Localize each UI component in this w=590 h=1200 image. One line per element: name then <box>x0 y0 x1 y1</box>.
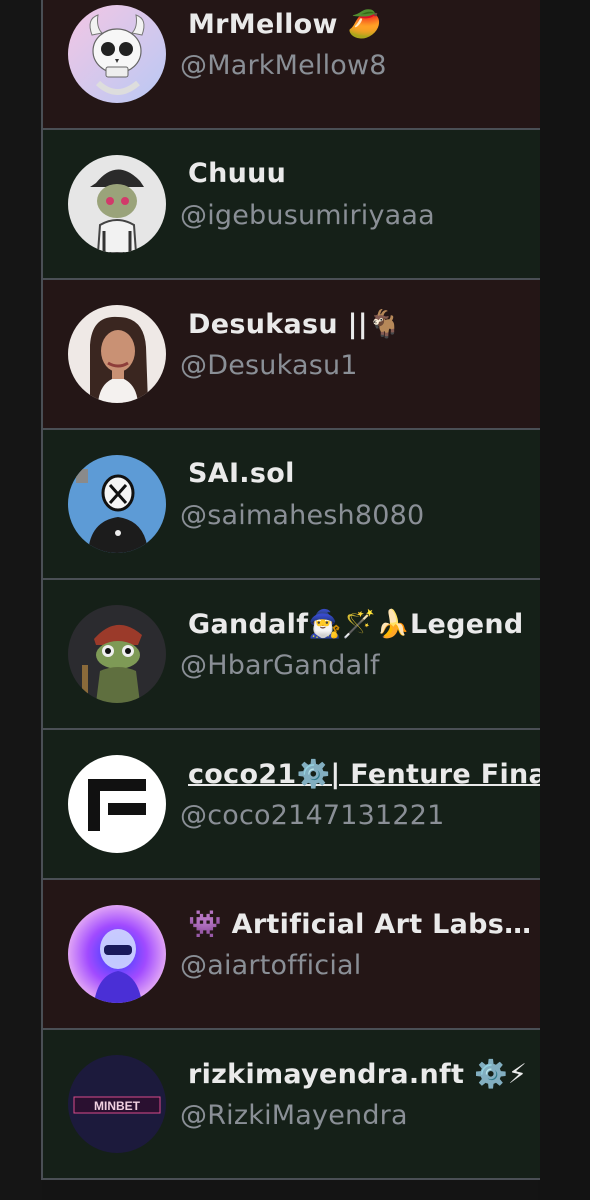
right-scroll-area <box>538 0 590 1200</box>
account-row[interactable]: coco21⚙️| Fenture Finance @coco214713122… <box>43 730 540 880</box>
account-name-link[interactable]: coco21⚙️| Fenture Finance <box>188 758 540 790</box>
account-name[interactable]: MrMellow 🥭 <box>188 8 381 40</box>
masked-figure-avatar-icon[interactable] <box>68 455 166 553</box>
account-handle[interactable]: @RizkiMayendra <box>180 1100 408 1131</box>
left-margin <box>0 0 42 1200</box>
account-handle[interactable]: @HbarGandalf <box>180 650 380 681</box>
account-handle[interactable]: @coco2147131221 <box>180 800 445 831</box>
account-name[interactable]: Gandalf🧙‍♂️🪄🍌Legend <box>188 608 524 640</box>
account-handle[interactable]: @saimahesh8080 <box>180 500 424 531</box>
account-handle[interactable]: @Desukasu1 <box>180 350 358 381</box>
account-name[interactable]: Desukasu ||🐐 <box>188 308 402 340</box>
account-row[interactable]: MINBET rizkimayendra.nft ⚙️⚡ @RizkiMayen… <box>43 1030 540 1180</box>
anime-character-avatar-icon[interactable] <box>68 155 166 253</box>
account-row[interactable]: Gandalf🧙‍♂️🪄🍌Legend @HbarGandalf <box>43 580 540 730</box>
account-handle[interactable]: @aiartofficial <box>180 950 362 981</box>
minbet-logo-avatar-icon[interactable]: MINBET <box>68 1055 166 1153</box>
f-logo-avatar-icon[interactable] <box>68 755 166 853</box>
account-name[interactable]: SAI.sol <box>188 458 295 489</box>
account-row[interactable]: SAI.sol @saimahesh8080 <box>43 430 540 580</box>
account-handle[interactable]: @igebusumiriyaaa <box>180 200 435 231</box>
account-list: MrMellow 🥭 @MarkMellow8 Chuuu @igebusumi… <box>41 0 540 1180</box>
account-row[interactable]: Chuuu @igebusumiriyaaa <box>43 130 540 280</box>
minbet-logo-text: MINBET <box>94 1099 141 1113</box>
skull-avatar-icon[interactable] <box>68 5 166 103</box>
account-name[interactable]: Chuuu <box>188 158 286 189</box>
portrait-photo-avatar-icon[interactable] <box>68 305 166 403</box>
account-row[interactable]: MrMellow 🥭 @MarkMellow8 <box>43 0 540 130</box>
account-name[interactable]: rizkimayendra.nft ⚙️⚡ <box>188 1058 527 1090</box>
frog-wizard-avatar-icon[interactable] <box>68 605 166 703</box>
account-handle[interactable]: @MarkMellow8 <box>180 50 387 81</box>
account-name[interactable]: 👾 Artificial Art Labs… <box>188 908 531 940</box>
account-row[interactable]: Desukasu ||🐐 @Desukasu1 <box>43 280 540 430</box>
psychedelic-art-avatar-icon[interactable] <box>68 905 166 1003</box>
account-row[interactable]: 👾 Artificial Art Labs… @aiartofficial <box>43 880 540 1030</box>
